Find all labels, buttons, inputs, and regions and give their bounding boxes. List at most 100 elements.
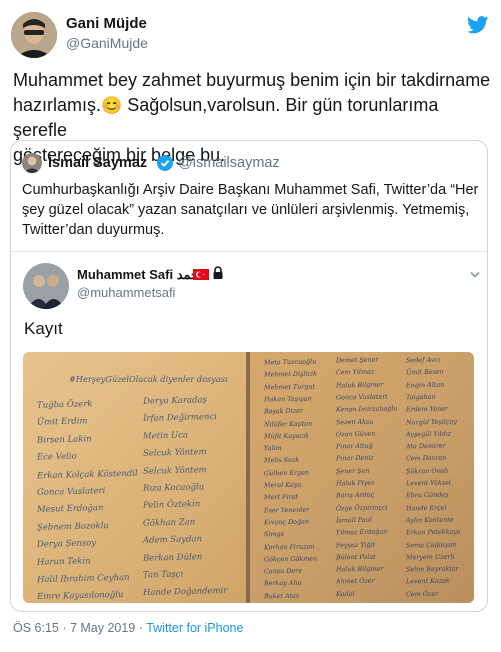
- handwritten-name: Haluk Bilginer: [335, 564, 384, 574]
- handwritten-name: Pınar Deniz: [335, 454, 374, 463]
- tweet-text-line2a: hazırlamış.: [13, 95, 102, 115]
- handwritten-name: Gökhan Zan: [142, 517, 196, 529]
- handwritten-name: Feyyaz Yiğit: [335, 540, 376, 549]
- tweet-metadata: ÖS 6:15 · 7 May 2019 · Twitter for iPhon…: [13, 621, 243, 635]
- tweet-timestamp[interactable]: ÖS 6:15 · 7 May 2019 ·: [13, 621, 143, 635]
- handwritten-name: Ümit Erdim: [36, 416, 88, 429]
- handwritten-name: Demet Şener: [335, 355, 379, 365]
- handwritten-name: Hande Doğandemir: [142, 586, 228, 599]
- quote-text-line2: şey güzel olacak” yazan sanatçıları ve ü…: [22, 202, 470, 218]
- handwritten-name: Gonca Vuslateri: [335, 392, 388, 402]
- handwritten-name: Sezen Aksu: [335, 417, 374, 426]
- archive-pages-photo[interactable]: #HerşeyGüzelOlacak diyenler dosyası Tuğb…: [23, 352, 474, 603]
- handwritten-name: Eser Yenenler: [263, 505, 310, 514]
- handwritten-name: Rıza Kocaoğlu: [142, 482, 205, 494]
- handwritten-name: Yılmaz Erdoğan: [335, 527, 388, 537]
- handwritten-name: Kenan İmirzalıoğlu: [335, 404, 398, 414]
- handwritten-name: Ebru Gündeş: [405, 490, 449, 500]
- handwritten-name: Kodal: [335, 589, 355, 598]
- handwritten-name: Simge: [263, 530, 285, 539]
- quote-author-avatar[interactable]: [22, 153, 42, 173]
- lock-icon: [212, 266, 224, 279]
- handwritten-name: Mehmet Dişlicik: [263, 369, 317, 379]
- inner-author-avatar[interactable]: [23, 263, 69, 309]
- embedded-tweet-card[interactable]: Muhammet Safi محمد @muhammetsafi Kayıt #…: [11, 251, 487, 611]
- handwritten-name: Mesut Erdoğan: [36, 503, 104, 516]
- handwritten-name: Metin Uca: [142, 430, 189, 442]
- handwritten-name: Erdem Yener: [405, 404, 449, 414]
- smiling-face-emoji: 😊: [101, 96, 123, 115]
- handwritten-name: Berkan Dülen: [142, 551, 203, 564]
- quote-text: Cumhurbaşkanlığı Arşiv Daire Başkanı Muh…: [22, 180, 482, 240]
- handwritten-name: Mehmet Turgut: [263, 382, 316, 392]
- handwritten-name: Tan Taşçı: [142, 569, 184, 581]
- chevron-down-icon[interactable]: [470, 266, 480, 278]
- handwritten-name: Emre Kayasılonoğlu: [36, 590, 124, 603]
- handwritten-name: Nilüfer Kaptan: [263, 419, 313, 428]
- quote-text-line3: Twitter’dan duyurmuş.: [22, 222, 165, 238]
- handwritten-name: Aylin Kontente: [405, 515, 454, 525]
- handwritten-name: Mert Fırat: [263, 493, 298, 502]
- author-handle[interactable]: @GaniMujde: [66, 35, 148, 51]
- turkey-flag-icon: [193, 267, 209, 280]
- tweet-text-line2: hazırlamış.😊 Sağolsun,varolsun. Bir gün …: [13, 93, 493, 143]
- handwritten-name: Selcuk Yöntem: [142, 447, 207, 460]
- handwritten-name: Meryem Uzerli: [405, 552, 455, 562]
- handwritten-name: Adem Saydan: [142, 534, 203, 546]
- left-page-header: #HerşeyGüzelOlacak diyenler dosyası: [69, 374, 228, 384]
- handwritten-name: Selim Bayraktar: [405, 564, 459, 574]
- handwritten-name: Halil Ibrahim Ceyhan: [36, 572, 130, 586]
- handwritten-name: Ata Demirer: [405, 441, 446, 451]
- handwritten-name: Selcuk Yöntem: [142, 464, 207, 477]
- handwritten-name: Haluk Piyes: [335, 478, 375, 488]
- handwritten-name: Meta Tuzcuoğlu: [263, 357, 317, 367]
- tweet-text-line1: Muhammet bey zahmet buyurmuş benim için …: [13, 70, 491, 90]
- author-name[interactable]: Gani Müjde: [66, 15, 147, 32]
- inner-author-name[interactable]: Muhammet Safi محمد: [77, 267, 206, 283]
- quote-author-handle[interactable]: @ismailsaymaz: [178, 155, 280, 171]
- handwritten-name: Başak Dizer: [263, 406, 303, 416]
- handwritten-name: Levent Yüksel: [405, 478, 451, 488]
- handwritten-name: Hande Erçel: [405, 503, 447, 512]
- handwritten-name: Barış Arduç: [335, 490, 375, 500]
- handwritten-name: Cem Özer: [405, 589, 439, 598]
- handwritten-name: Cem Yılmaz: [335, 367, 375, 377]
- handwritten-name: Müfit Kayacık: [263, 431, 310, 441]
- handwritten-name: Kıvanç Doğan: [263, 517, 310, 527]
- handwritten-name: Sema Çağlayan: [405, 540, 457, 549]
- handwritten-name: İsmail Paul: [335, 515, 372, 525]
- author-avatar[interactable]: [11, 12, 57, 58]
- avatar-photo: [11, 12, 57, 58]
- handwritten-name: Buket Atas: [263, 591, 300, 600]
- twitter-bird-icon[interactable]: [467, 16, 489, 34]
- tweet-source-link[interactable]: Twitter for iPhone: [146, 621, 243, 635]
- handwritten-name: Özge Özpirinçci: [335, 503, 388, 513]
- handwritten-name: Levent Kazak: [405, 577, 450, 586]
- handwritten-name: Erkan Petekkaya: [405, 527, 461, 537]
- handwritten-name: Derya Şensoy: [36, 538, 97, 550]
- handwritten-name: Cansu Dere: [263, 566, 303, 576]
- handwritten-name: Melis Sezk: [263, 456, 300, 465]
- quote-author-name[interactable]: İsmail Saymaz: [48, 155, 147, 171]
- verified-badge-icon: [157, 155, 173, 171]
- handwritten-name: İrfan Değirmenci: [142, 412, 218, 425]
- handwritten-name: Meral Kaya: [263, 480, 302, 490]
- right-notebook-page: Meta Tuzcuoğlu Mehmet Dişlicik Mehmet Turg…: [250, 352, 474, 603]
- handwritten-name: Nurgül Yeşilçay: [405, 417, 457, 426]
- handwritten-name: Gonca Vuslateri: [36, 486, 106, 498]
- handwritten-name: Tolgahan: [405, 392, 436, 402]
- handwritten-name: Sedef Avcı: [405, 355, 441, 365]
- handwritten-name: Haluk Bilginer: [335, 380, 384, 390]
- handwritten-name: Engin Altan: [405, 380, 445, 389]
- handwritten-name: Harun Tekin: [36, 555, 91, 568]
- quoted-tweet[interactable]: İsmail Saymaz @ismailsaymaz Cumhurbaşkan…: [10, 140, 488, 612]
- left-notebook-page: #HerşeyGüzelOlacak diyenler dosyası Tuğb…: [23, 352, 247, 603]
- handwritten-name: Cem Davran: [405, 454, 447, 463]
- handwritten-name: Berkay Ahu: [263, 579, 302, 588]
- handwritten-name: Pınar Altuğ: [335, 441, 373, 451]
- inner-author-handle[interactable]: @muhammetsafi: [77, 285, 175, 300]
- handwritten-name: Derya Karadaş: [142, 395, 208, 407]
- handwritten-name: Yalım: [263, 443, 282, 453]
- handwritten-name: Gökçen Gökmen: [263, 554, 318, 564]
- handwritten-name: Şebnem Bozoklu: [36, 520, 109, 533]
